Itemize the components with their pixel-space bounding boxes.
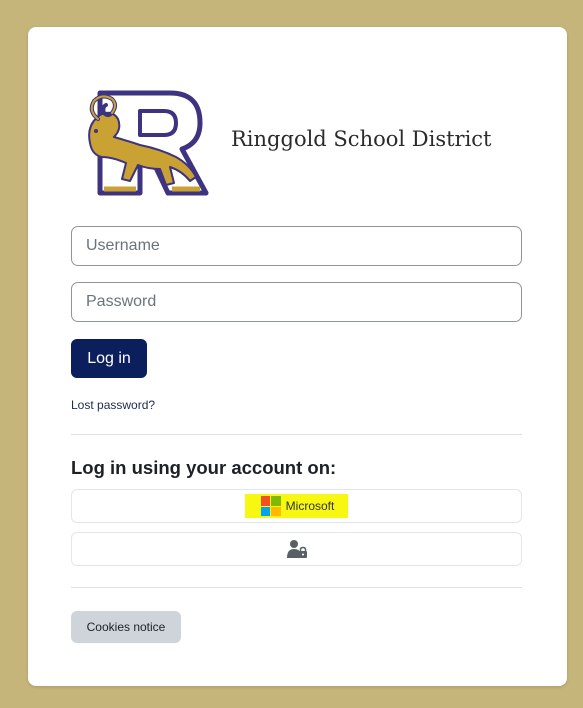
username-input[interactable]	[71, 226, 522, 266]
user-lock-icon	[286, 540, 307, 558]
cookies-notice-button[interactable]: Cookies notice	[71, 611, 181, 643]
divider	[71, 587, 522, 588]
microsoft-logo-icon	[260, 496, 281, 516]
ram-r-logo-icon	[88, 90, 209, 196]
microsoft-label: Microsoft	[285, 499, 335, 513]
other-idp-login-button[interactable]	[71, 532, 522, 566]
microsoft-login-button[interactable]: Microsoft	[71, 489, 522, 523]
login-card: Ringgold School District Log in Lost pas…	[28, 27, 567, 686]
divider	[71, 434, 522, 435]
lost-password-link[interactable]: Lost password?	[71, 398, 155, 412]
login-button[interactable]: Log in	[71, 339, 147, 378]
site-name: Ringgold School District	[231, 127, 492, 151]
password-input[interactable]	[71, 282, 522, 322]
identity-providers-heading: Log in using your account on:	[71, 457, 337, 478]
microsoft-highlight: Microsoft	[244, 494, 349, 518]
school-logo	[78, 85, 213, 200]
